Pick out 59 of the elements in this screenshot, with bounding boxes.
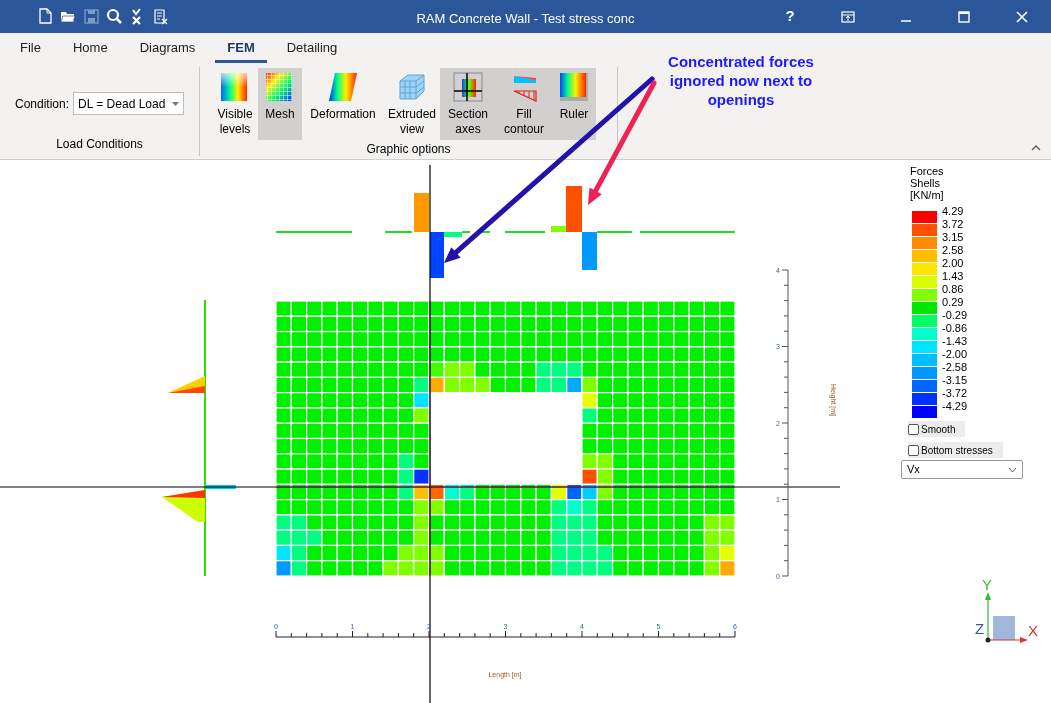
legend-value: 0.29 <box>942 296 965 309</box>
legend-value: 2.58 <box>942 244 965 257</box>
legend-value: 3.72 <box>942 218 965 231</box>
help-button[interactable]: ? <box>761 0 819 33</box>
legend-value: 0.86 <box>942 283 965 296</box>
group-label: Graphic options <box>365 141 452 158</box>
annotation-text: Concentrated forces ignored now next to openings <box>667 52 815 109</box>
legend-value: -2.00 <box>942 348 968 361</box>
legend-value: 2.00 <box>942 257 965 270</box>
axis-letter: Z <box>975 620 985 637</box>
window-title: RAM Concrete Wall - Test stress conc <box>415 10 636 28</box>
checklist-icon[interactable] <box>152 8 169 25</box>
legend-value: -2.58 <box>942 361 968 374</box>
ribbon-button[interactable]: Section axes <box>440 68 496 140</box>
caret-icon <box>172 101 180 106</box>
ribbon-display-icon <box>841 9 855 24</box>
legend-value: -0.29 <box>942 309 968 322</box>
legend-value: -1.43 <box>942 335 968 348</box>
ribbon-button[interactable]: Extruded view <box>384 68 440 140</box>
axis-letter: X <box>1028 622 1038 639</box>
close-icon <box>1015 9 1029 24</box>
skewed-gradient-icon <box>327 71 359 103</box>
ribbon-button[interactable]: Ruler <box>552 68 596 140</box>
ribbon-tab[interactable]: FEM <box>215 35 267 63</box>
condition-dropdown[interactable]: DL = Dead Load <box>73 92 185 115</box>
crosshair-icon <box>452 71 484 103</box>
axis-letter: Y <box>982 576 992 593</box>
ribbon-tab[interactable]: Home <box>60 35 120 63</box>
axis-triad-drawing <box>985 592 1028 643</box>
legend-value: -4.29 <box>942 400 968 413</box>
ribbon-button[interactable]: Deformation <box>302 68 384 140</box>
cube-grid-icon <box>396 71 428 103</box>
checkbox[interactable]: Smooth <box>908 421 966 437</box>
group-label: Load Conditions <box>55 136 144 153</box>
legend-title: [KN/m] <box>910 189 945 201</box>
ribbon-tab[interactable]: Detailing <box>274 35 350 63</box>
collapse-icon[interactable] <box>1031 145 1041 151</box>
minimize-icon <box>901 19 911 22</box>
condition-label: Condition: <box>15 95 70 113</box>
legend-title: Shells <box>910 177 941 189</box>
document-icon[interactable] <box>37 8 54 25</box>
ruler-gradient-icon <box>558 71 590 103</box>
ribbon-tab[interactable]: File <box>8 35 53 63</box>
legend-title: Forces <box>910 165 945 177</box>
legend-value: -0.86 <box>942 322 968 335</box>
legend-value: 1.43 <box>942 270 965 283</box>
legend-value: 4.29 <box>942 205 965 218</box>
ribbon-tab[interactable]: Diagrams <box>127 35 208 63</box>
legend-value: 3.15 <box>942 231 965 244</box>
maximize-icon <box>957 9 971 24</box>
checkbox[interactable]: Bottom stresses <box>908 442 1003 458</box>
ribbon-button[interactable]: Fill contour <box>496 68 552 140</box>
ribbon-button[interactable]: Visible levels <box>212 68 258 140</box>
legend-value: -3.15 <box>942 374 968 387</box>
ribbon-button[interactable]: Mesh <box>258 68 302 140</box>
chevron-icon <box>1008 466 1017 473</box>
legend-value: -3.72 <box>942 387 968 400</box>
magnifier-icon[interactable] <box>106 8 123 25</box>
component-dropdown[interactable]: Vx <box>901 460 1023 479</box>
